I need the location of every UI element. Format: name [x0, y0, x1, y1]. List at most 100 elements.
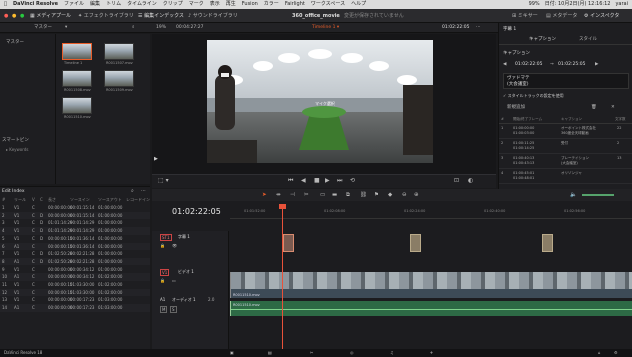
solo-button[interactable]: S	[170, 306, 177, 313]
table-row[interactable]: 5 V1 C D 00:00:00:15 00:01:36:14 01:00:00:00	[0, 235, 150, 243]
caption-tc-in[interactable]: 01:02:22:05	[515, 60, 542, 70]
use-style-checkbox[interactable]: ✓ スタイルトラックの設定を使用	[503, 93, 564, 99]
visibility-icon[interactable]: 👁	[172, 243, 177, 248]
delete-caption-icon[interactable]: 🗑	[591, 103, 597, 113]
fusion-page-icon[interactable]: ◎	[350, 349, 354, 357]
menu-trim[interactable]: トリム	[106, 0, 121, 9]
table-row[interactable]: 11 V1 C 00:00:00:15 01:03:30:00 01:02:00:00	[0, 281, 150, 289]
table-row[interactable]: 6 A1 C 00:00:00:15 00:01:36:14 01:00:00:00	[0, 242, 150, 250]
table-row[interactable]: 7 V1 C D 01:02:50:28 00:02:21:28 01:00:00:00	[0, 250, 150, 258]
insert-clip-icon[interactable]: ▭	[320, 189, 325, 201]
table-row[interactable]: 14 A1 C 00:00:00:00 00:00:17:23 01:03:00:00	[0, 304, 150, 312]
menu-file[interactable]: ファイル	[64, 0, 84, 9]
col-record-in[interactable]: レコードイン	[126, 196, 150, 204]
menu-app-name[interactable]: DaVinci Resolve	[13, 0, 58, 9]
flag-icon[interactable]: ⚑	[374, 189, 379, 201]
video-clip[interactable]: R0011510.mov	[230, 272, 632, 298]
fairlight-page-icon[interactable]: ♫	[390, 349, 394, 357]
tab-inspector[interactable]: ⚙ インスペクタ	[584, 9, 619, 23]
menu-playback[interactable]: 再生	[226, 0, 236, 9]
bin-master[interactable]: マスター	[6, 39, 24, 45]
cut-page-icon[interactable]: ✂	[310, 349, 313, 357]
edit-page-icon[interactable]: ▤	[268, 349, 272, 357]
close-window-icon[interactable]: ●	[4, 9, 8, 23]
link-icon[interactable]: ⛓	[360, 189, 367, 201]
clip-thumbnail[interactable]	[62, 97, 92, 114]
playhead-handle[interactable]	[279, 204, 286, 209]
go-to-start-icon[interactable]: ⏮	[288, 174, 293, 188]
snapping-icon[interactable]: ⧉	[346, 189, 350, 201]
settings-icon[interactable]: ⚙	[614, 349, 618, 357]
search-icon[interactable]: ⌕	[132, 23, 135, 33]
menu-workspace[interactable]: ワークスペース	[311, 0, 345, 9]
subtitle-clip[interactable]	[283, 234, 294, 252]
smart-bin-keywords[interactable]: ▸ Keywords	[6, 147, 28, 152]
volume-slider[interactable]	[582, 194, 614, 196]
table-row[interactable]: 1 V1 C 00:00:00:00 00:01:15:14 01:00:00:00	[0, 204, 150, 212]
track-id[interactable]: A1	[160, 297, 165, 302]
tab-style[interactable]: スタイル	[579, 35, 597, 45]
table-row[interactable]: 9 V1 C 00:00:00:00 00:00:34:12 01:00:00:00	[0, 266, 150, 274]
go-to-end-icon[interactable]: ⏭	[337, 174, 342, 188]
play-icon[interactable]: ▶	[325, 174, 330, 188]
deliver-page-icon[interactable]: ✈	[430, 349, 433, 357]
menu-timeline[interactable]: タイムライン	[127, 0, 157, 9]
audio-icon[interactable]: ◐	[468, 174, 473, 188]
previous-caption-icon[interactable]: ◀	[503, 60, 506, 70]
list-item[interactable]: 2 01:00:11:25 01:00:14:25 受付 2	[499, 140, 632, 154]
visibility-icon[interactable]: ▭	[172, 278, 176, 283]
clip-thumbnail[interactable]	[62, 43, 92, 60]
media-page-icon[interactable]: ▣	[230, 349, 234, 357]
loop-icon[interactable]: ⟲	[350, 174, 355, 188]
col-source-out[interactable]: ソースアウト	[98, 196, 122, 204]
table-row[interactable]: 13 V1 C 00:00:00:00 00:00:17:23 01:03:00:00	[0, 296, 150, 304]
menu-clip[interactable]: クリップ	[163, 0, 183, 9]
audio-clip[interactable]: R0011510.mov	[230, 301, 632, 316]
user-name[interactable]: yarai	[615, 0, 628, 9]
table-row[interactable]: 3 V1 C D 01:01:14:29 00:01:14:29 01:00:00:00	[0, 219, 150, 227]
track-id[interactable]: ST1	[160, 234, 172, 241]
scrub-bar[interactable]	[152, 174, 496, 175]
col-v[interactable]: V	[32, 196, 35, 204]
close-icon[interactable]: ✕	[611, 103, 615, 113]
next-caption-icon[interactable]: ▶	[595, 60, 598, 70]
search-icon[interactable]: ⌕	[131, 188, 134, 194]
col-number[interactable]: #	[2, 196, 5, 204]
menu-view[interactable]: 表示	[210, 0, 220, 9]
col-source-in[interactable]: ソースイン	[70, 196, 90, 204]
track-id[interactable]: V1	[160, 269, 170, 276]
table-row[interactable]: 8 A1 C D 01:02:50:28 00:02:21:28 01:00:00:00	[0, 257, 150, 266]
trim-tool-icon[interactable]: ⇹	[276, 189, 281, 201]
overwrite-clip-icon[interactable]: ▬	[332, 189, 337, 201]
menu-help[interactable]: ヘルプ	[351, 0, 366, 9]
more-options-icon[interactable]: ⋯	[141, 188, 146, 194]
reverse-play-icon[interactable]: ◀	[301, 174, 306, 188]
list-item[interactable]: 1 01:00:00:00 01:00:03:00 オーポイント株式会社 360度全…	[499, 125, 632, 139]
table-row[interactable]: 2 V1 C D 00:00:00:00 00:01:15:14 01:00:00:00	[0, 211, 150, 220]
clip-thumbnail[interactable]	[62, 70, 92, 87]
mute-button[interactable]: M	[160, 306, 168, 313]
minimize-window-icon[interactable]: ●	[12, 9, 16, 23]
home-icon[interactable]: ⌂	[598, 349, 601, 357]
col-c[interactable]: C	[40, 196, 43, 204]
lock-icon[interactable]: 🔒	[160, 278, 165, 283]
stop-icon[interactable]: ■	[314, 174, 320, 188]
caption-tc-out[interactable]: 01:02:25:05	[558, 60, 585, 70]
tab-edit-index[interactable]: ☰ 編集インデックス	[138, 9, 184, 23]
viewer-zoom[interactable]: 19%	[156, 23, 166, 33]
list-item[interactable]: 3 01:00:40:13 01:00:43:13 プレーテイション (大会議室) 1…	[499, 155, 632, 169]
timeline-ruler[interactable]: 01:01:52:00 01:02:08:00 01:02:24:00 01:0…	[230, 207, 632, 219]
zoom-out-icon[interactable]: ⊖	[402, 189, 407, 201]
zoom-window-icon[interactable]: ●	[20, 9, 24, 23]
dynamic-trim-icon[interactable]: ⊣	[290, 189, 295, 201]
zoom-in-icon[interactable]: ⊕	[414, 189, 419, 201]
tab-media-pool[interactable]: ▦ メディアプール	[30, 9, 71, 23]
tab-caption[interactable]: キャプション	[529, 35, 556, 45]
blade-tool-icon[interactable]: ✂	[304, 189, 309, 201]
tab-sound-library[interactable]: ♪ サウンドライブラリ	[188, 9, 238, 23]
lock-icon[interactable]: 🔒	[160, 243, 165, 248]
viewer-frame[interactable]: マイク選択	[207, 40, 433, 163]
playhead[interactable]	[282, 207, 283, 349]
subtitle-clip[interactable]	[410, 234, 421, 252]
apple-logo-icon[interactable]: 	[4, 0, 7, 9]
